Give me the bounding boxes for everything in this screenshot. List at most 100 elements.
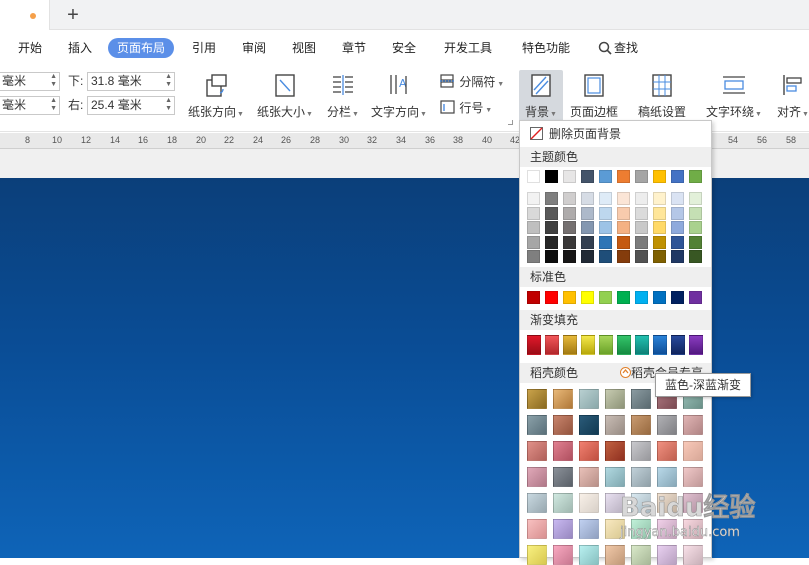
spin-arrows-icon[interactable]: ▲ ▼ — [165, 73, 172, 89]
tab-security[interactable]: 安全 — [392, 38, 416, 58]
docer-color-swatch[interactable] — [683, 415, 703, 435]
margin-left-field[interactable]: 毫米 ▲ ▼ — [0, 96, 60, 115]
margin-bottom-field[interactable]: 31.8 毫米 ▲ ▼ — [87, 72, 175, 91]
theme-shade-swatch[interactable] — [689, 235, 702, 249]
search-icon[interactable] — [598, 41, 612, 55]
docer-color-swatch[interactable] — [631, 467, 651, 487]
standard-color-swatch[interactable] — [545, 291, 558, 304]
theme-shade-swatch[interactable] — [545, 235, 558, 249]
docer-color-swatch[interactable] — [579, 415, 599, 435]
tab-start[interactable]: 开始 — [18, 38, 42, 58]
docer-color-swatch[interactable] — [605, 415, 625, 435]
docer-color-swatch[interactable] — [579, 519, 599, 539]
theme-shade-swatch[interactable] — [599, 206, 612, 220]
gradient-swatch[interactable] — [671, 335, 685, 355]
background-button-content[interactable]: 背景▼ — [519, 72, 563, 120]
tab-features[interactable]: 特色功能 — [522, 38, 570, 58]
docer-color-swatch[interactable] — [527, 493, 547, 513]
search-label[interactable]: 查找 — [614, 38, 638, 58]
theme-shade-swatch[interactable] — [653, 235, 666, 249]
theme-shade-swatch[interactable] — [563, 221, 576, 234]
document-tab[interactable] — [0, 0, 50, 31]
theme-shade-swatch[interactable] — [617, 192, 630, 205]
docer-color-swatch[interactable] — [631, 389, 651, 409]
standard-color-swatch[interactable] — [563, 291, 576, 304]
theme-shade-swatch[interactable] — [563, 235, 576, 249]
spin-arrows-icon[interactable]: ▲ ▼ — [50, 97, 57, 113]
text-direction-button[interactable]: A 文字方向▼ — [368, 72, 430, 120]
theme-color-swatch[interactable] — [617, 170, 630, 183]
docer-color-swatch[interactable] — [657, 467, 677, 487]
theme-shade-swatch[interactable] — [527, 235, 540, 249]
gradient-swatch[interactable] — [527, 335, 541, 355]
gradient-swatch[interactable] — [617, 335, 631, 355]
docer-color-swatch[interactable] — [553, 389, 573, 409]
docer-color-swatch[interactable] — [553, 415, 573, 435]
standard-color-swatch[interactable] — [671, 291, 684, 304]
standard-color-swatch[interactable] — [617, 291, 630, 304]
gradient-swatch[interactable] — [653, 335, 667, 355]
theme-shade-swatch[interactable] — [527, 221, 540, 234]
theme-shade-swatch[interactable] — [635, 206, 648, 220]
tab-references[interactable]: 引用 — [192, 38, 216, 58]
standard-color-swatch[interactable] — [635, 291, 648, 304]
theme-shade-swatch[interactable] — [545, 192, 558, 205]
page-border-button[interactable]: 页面边框 — [567, 72, 621, 120]
theme-shade-swatch[interactable] — [527, 250, 540, 263]
docer-color-swatch[interactable] — [631, 545, 651, 565]
tab-sections[interactable]: 章节 — [342, 38, 366, 58]
theme-color-swatch[interactable] — [671, 170, 684, 183]
theme-shade-swatch[interactable] — [527, 192, 540, 205]
theme-shade-swatch[interactable] — [635, 221, 648, 234]
docer-color-swatch[interactable] — [683, 441, 703, 461]
docer-color-swatch[interactable] — [527, 415, 547, 435]
theme-shade-swatch[interactable] — [617, 221, 630, 234]
align-button[interactable]: 对齐▼ — [773, 72, 809, 120]
tab-view[interactable]: 视图 — [292, 38, 316, 58]
standard-color-swatch[interactable] — [653, 291, 666, 304]
theme-color-swatch[interactable] — [581, 170, 594, 183]
docer-color-swatch[interactable] — [657, 441, 677, 461]
theme-shade-swatch[interactable] — [545, 221, 558, 234]
theme-shade-swatch[interactable] — [599, 221, 612, 234]
text-wrap-button[interactable]: 文字环绕▼ — [703, 72, 765, 120]
paper-settings-button[interactable]: 稿纸设置 — [634, 72, 690, 120]
theme-shade-swatch[interactable] — [581, 250, 594, 263]
gradient-swatch[interactable] — [689, 335, 703, 355]
theme-color-swatch[interactable] — [527, 170, 540, 183]
theme-shade-swatch[interactable] — [545, 206, 558, 220]
spin-arrows-icon[interactable]: ▲ ▼ — [50, 73, 57, 89]
docer-color-swatch[interactable] — [579, 441, 599, 461]
standard-color-swatch[interactable] — [689, 291, 702, 304]
gradient-swatch[interactable] — [599, 335, 613, 355]
theme-shade-swatch[interactable] — [689, 250, 702, 263]
docer-color-swatch[interactable] — [605, 467, 625, 487]
theme-shade-swatch[interactable] — [635, 250, 648, 263]
delete-background-item[interactable]: 删除页面背景 — [530, 125, 710, 143]
new-tab-button[interactable]: + — [62, 3, 84, 27]
docer-color-swatch[interactable] — [553, 467, 573, 487]
docer-color-swatch[interactable] — [605, 389, 625, 409]
docer-color-swatch[interactable] — [579, 389, 599, 409]
docer-color-swatch[interactable] — [579, 493, 599, 513]
theme-shade-swatch[interactable] — [599, 192, 612, 205]
orientation-button[interactable]: 纸张方向▼ — [186, 72, 246, 120]
theme-shade-swatch[interactable] — [635, 235, 648, 249]
gradient-swatch[interactable] — [635, 335, 649, 355]
separator-button[interactable]: 分隔符 ▼ — [440, 72, 504, 95]
docer-color-swatch[interactable] — [579, 545, 599, 565]
theme-shade-swatch[interactable] — [617, 206, 630, 220]
docer-color-swatch[interactable] — [527, 441, 547, 461]
theme-shade-swatch[interactable] — [689, 221, 702, 234]
theme-shade-swatch[interactable] — [635, 192, 648, 205]
tab-developer[interactable]: 开发工具 — [444, 38, 492, 58]
theme-shade-swatch[interactable] — [671, 206, 684, 220]
theme-shade-swatch[interactable] — [563, 192, 576, 205]
docer-color-swatch[interactable] — [683, 545, 703, 565]
docer-color-swatch[interactable] — [683, 467, 703, 487]
theme-shade-swatch[interactable] — [563, 206, 576, 220]
theme-shade-swatch[interactable] — [671, 192, 684, 205]
theme-shade-swatch[interactable] — [581, 192, 594, 205]
docer-color-swatch[interactable] — [657, 415, 677, 435]
docer-color-swatch[interactable] — [579, 467, 599, 487]
